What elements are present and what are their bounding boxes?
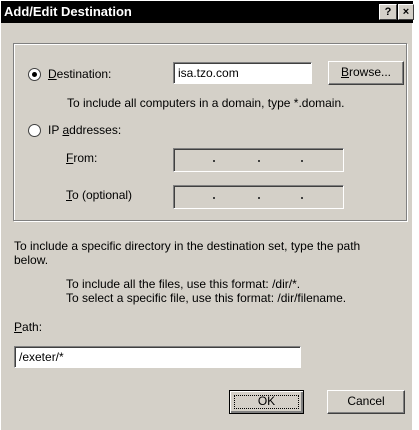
browse-button[interactable]: Browse...	[328, 61, 404, 85]
info-text-line-4: To select a specific file, use this form…	[66, 291, 347, 305]
destination-radio[interactable]	[28, 68, 41, 81]
ip-addresses-radio[interactable]	[28, 124, 41, 137]
cancel-button[interactable]: Cancel	[327, 390, 405, 414]
domain-hint-text: To include all computers in a domain, ty…	[67, 96, 345, 110]
dialog-title: Add/Edit Destination	[4, 4, 132, 19]
info-text-line-2: below.	[14, 253, 49, 267]
path-label: Path:	[14, 320, 43, 334]
add-edit-destination-dialog: Add/Edit Destination ? × Destination: is…	[0, 0, 414, 430]
help-icon: ?	[384, 6, 392, 18]
path-input[interactable]: /exeter/*	[14, 346, 301, 368]
destination-input[interactable]: isa.tzo.com	[173, 62, 312, 84]
to-label: To (optional)	[66, 188, 133, 202]
help-button[interactable]: ?	[379, 4, 397, 20]
info-text-line-3: To include all the files, use this forma…	[66, 277, 301, 291]
ip-addresses-radio-label[interactable]: IP addresses:	[48, 123, 121, 137]
from-label: From:	[66, 151, 98, 165]
info-text-line-1: To include a specific directory in the d…	[14, 239, 361, 253]
destination-radio-label[interactable]: Destination:	[48, 67, 111, 81]
from-ip-input[interactable]	[173, 148, 344, 172]
close-icon: ×	[402, 6, 410, 18]
ok-button[interactable]: OK	[229, 390, 304, 414]
title-bar: Add/Edit Destination ? ×	[1, 1, 414, 23]
to-ip-input[interactable]	[173, 185, 344, 209]
close-button[interactable]: ×	[398, 4, 414, 20]
